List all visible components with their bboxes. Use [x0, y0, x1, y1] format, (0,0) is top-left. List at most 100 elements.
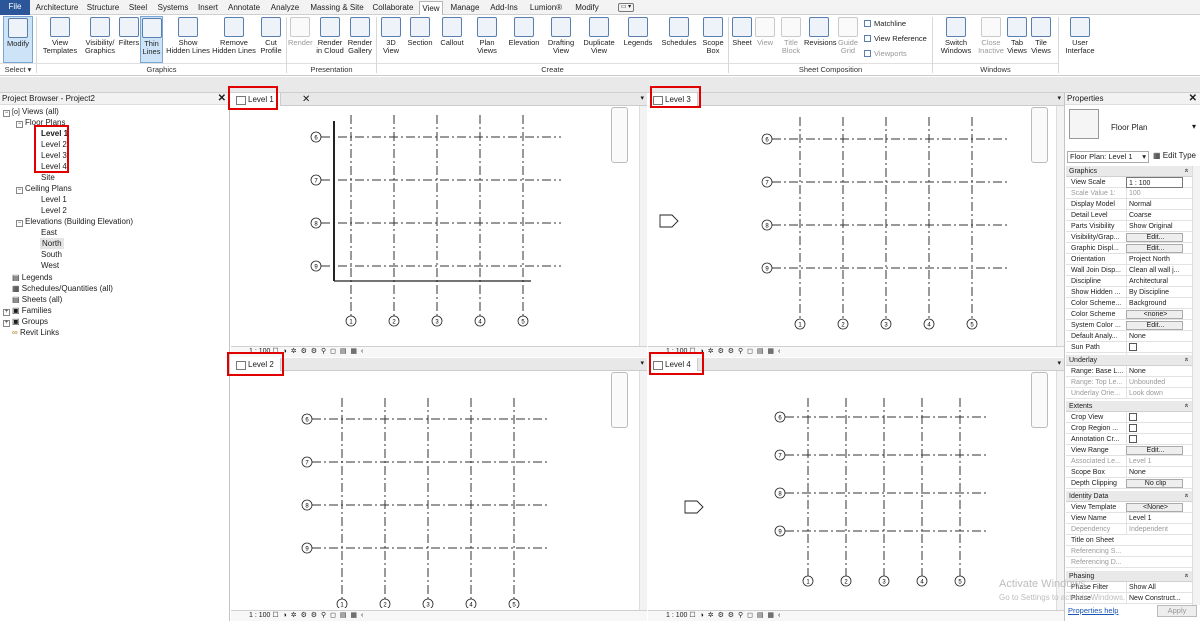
prop-row[interactable]: Sun Path: [1066, 342, 1192, 355]
revisions-button[interactable]: Revisions: [804, 16, 837, 63]
tree-floor-site[interactable]: Site: [41, 172, 55, 183]
scrollbar[interactable]: [639, 106, 647, 346]
tree-elev-east[interactable]: East: [41, 227, 57, 238]
close-view-icon[interactable]: ✕: [302, 93, 310, 106]
tree-elev-south[interactable]: South: [41, 249, 62, 260]
drafting-view-button[interactable]: Drafting View: [544, 16, 578, 63]
modify-button[interactable]: Modify: [3, 16, 33, 63]
view-menu-icon[interactable]: ▾: [640, 94, 644, 102]
tree-elevations[interactable]: − Elevations (Building Elevation): [16, 216, 133, 227]
scrollbar[interactable]: [639, 371, 647, 610]
tab-views-button[interactable]: Tab Views: [1006, 16, 1028, 63]
checkbox[interactable]: [1129, 343, 1137, 351]
view-menu-icon[interactable]: ▾: [1057, 94, 1061, 102]
scrollbar[interactable]: [1056, 106, 1064, 346]
tile-views-button[interactable]: Tile Views: [1030, 16, 1052, 63]
tab-architecture[interactable]: Architecture: [32, 1, 82, 15]
matchline-button[interactable]: Matchline: [864, 19, 906, 29]
chevron-down-icon[interactable]: ▾: [1192, 122, 1196, 131]
tab-view[interactable]: View: [419, 1, 443, 15]
checkbox[interactable]: [1129, 435, 1137, 443]
prop-row[interactable]: Annotation Cr...: [1066, 434, 1192, 447]
prop-row[interactable]: Show Hidden ... By Discipline: [1066, 287, 1192, 298]
navigation-bar[interactable]: [1031, 372, 1048, 428]
prop-row[interactable]: Color Scheme <none>: [1066, 309, 1192, 320]
plan-views-button[interactable]: Plan Views: [472, 16, 502, 63]
close-icon[interactable]: ✕: [1189, 93, 1197, 105]
group-underlay[interactable]: Underlay: [1066, 355, 1192, 366]
navigation-bar[interactable]: [1031, 107, 1048, 163]
prop-row[interactable]: Graphic Displ... Edit...: [1066, 243, 1192, 254]
tree-groups[interactable]: + ▣ Groups: [3, 316, 48, 327]
prop-row[interactable]: Parts Visibility Show Original: [1066, 221, 1192, 232]
prop-row[interactable]: Title on Sheet: [1066, 535, 1192, 546]
tab-massing-site[interactable]: Massing & Site: [306, 1, 368, 15]
prop-row[interactable]: System Color ... Edit...: [1066, 320, 1192, 331]
thin-lines-button[interactable]: Thin Lines: [140, 16, 163, 63]
tab-modify[interactable]: Modify: [570, 1, 604, 15]
view-control-icons[interactable]: ☐ ◑ ✲ ⚙ ⚙ ⚲ ◻ ▤ ▦ ‹: [272, 348, 364, 355]
sheet-button[interactable]: Sheet: [730, 16, 754, 63]
properties-help-link[interactable]: Properties help: [1068, 606, 1118, 615]
prop-row[interactable]: View Range Edit...: [1066, 445, 1192, 456]
tab-add-ins[interactable]: Add-Ins: [486, 1, 522, 15]
view-reference-button[interactable]: View Reference: [864, 34, 927, 44]
tab-steel[interactable]: Steel: [124, 1, 152, 15]
prop-row[interactable]: Crop Region ...: [1066, 423, 1192, 436]
tree-ceiling-plans[interactable]: − Ceiling Plans: [16, 183, 72, 194]
tab-file[interactable]: File: [0, 0, 30, 15]
prop-row[interactable]: Range: Base L... None: [1066, 366, 1192, 377]
prop-row[interactable]: View Name Level 1: [1066, 513, 1192, 524]
prop-row[interactable]: Visibility/Grap... Edit...: [1066, 232, 1192, 243]
prop-row[interactable]: Discipline Architectural: [1066, 276, 1192, 287]
close-inactive-button[interactable]: Close Inactive: [976, 16, 1006, 63]
remove-hidden-lines-button[interactable]: Remove Hidden Lines: [212, 16, 256, 63]
close-icon[interactable]: ✕: [218, 93, 226, 105]
tab-manage[interactable]: Manage: [446, 1, 484, 15]
group-identity-data[interactable]: Identity Data: [1066, 491, 1192, 502]
quick-access-button[interactable]: ▭ ▾: [618, 3, 634, 12]
render-in-cloud-button[interactable]: Render in Cloud: [314, 16, 346, 63]
view-level-1[interactable]: Level 1 ✕ ▾ 678912345 1 : 100 ☐ ◑ ✲ ⚙ ⚙ …: [231, 93, 647, 357]
edit-type-button[interactable]: ▦ Edit Type: [1153, 151, 1196, 160]
tree-families[interactable]: + ▣ Families: [3, 305, 52, 316]
tree-elev-west[interactable]: West: [41, 260, 59, 271]
3d-view-button[interactable]: 3D View: [378, 16, 404, 63]
prop-row[interactable]: View Template <None>: [1066, 502, 1192, 513]
render-button[interactable]: Render: [288, 16, 313, 63]
scrollbar[interactable]: [1056, 371, 1064, 610]
elevation-marker-icon[interactable]: [659, 214, 679, 228]
tree-ceiling-level-1[interactable]: Level 1: [41, 194, 67, 205]
prop-row[interactable]: Color Scheme... Background: [1066, 298, 1192, 309]
view-level-2[interactable]: Level 2 ▾ 678912345 1 : 100 ☐ ◑ ✲ ⚙ ⚙ ⚲ …: [231, 358, 647, 621]
elevation-marker-icon[interactable]: [684, 500, 704, 514]
render-gallery-button[interactable]: Render Gallery: [346, 16, 374, 63]
tab-analyze[interactable]: Analyze: [266, 1, 304, 15]
prop-row[interactable]: Default Analy... None: [1066, 331, 1192, 342]
prop-row[interactable]: Display Model Normal: [1066, 199, 1192, 210]
tab-insert[interactable]: Insert: [194, 1, 222, 15]
tab-systems[interactable]: Systems: [154, 1, 192, 15]
visibility-graphics-button[interactable]: Visibility/ Graphics: [82, 16, 118, 63]
prop-row[interactable]: Crop View: [1066, 412, 1192, 425]
view-instance-selector[interactable]: Floor Plan: Level 1 ▾: [1067, 151, 1149, 163]
tree-schedules[interactable]: ▦ Schedules/Quantities (all): [12, 283, 113, 294]
section-button[interactable]: Section: [404, 16, 436, 63]
duplicate-view-button[interactable]: Duplicate View: [580, 16, 618, 63]
callout-button[interactable]: Callout: [436, 16, 468, 63]
view-button[interactable]: View: [754, 16, 776, 63]
elevation-button[interactable]: Elevation: [506, 16, 542, 63]
apply-button[interactable]: Apply: [1157, 605, 1197, 617]
title-block-button[interactable]: Title Block: [778, 16, 804, 63]
tree-views-all[interactable]: − [o] Views (all): [3, 106, 59, 117]
scope-box-button[interactable]: Scope Box: [700, 16, 726, 63]
properties-scrollbar[interactable]: [1192, 166, 1200, 605]
group-extents[interactable]: Extents: [1066, 401, 1192, 412]
switch-windows-button[interactable]: Switch Windows: [938, 16, 974, 63]
tree-legends[interactable]: ▤ Legends: [12, 272, 53, 283]
view-templates-button[interactable]: View Templates: [40, 16, 80, 63]
tab-structure[interactable]: Structure: [84, 1, 122, 15]
schedules-button[interactable]: Schedules: [660, 16, 698, 63]
tab-collaborate[interactable]: Collaborate: [370, 1, 416, 15]
type-name[interactable]: Floor Plan: [1111, 123, 1147, 132]
